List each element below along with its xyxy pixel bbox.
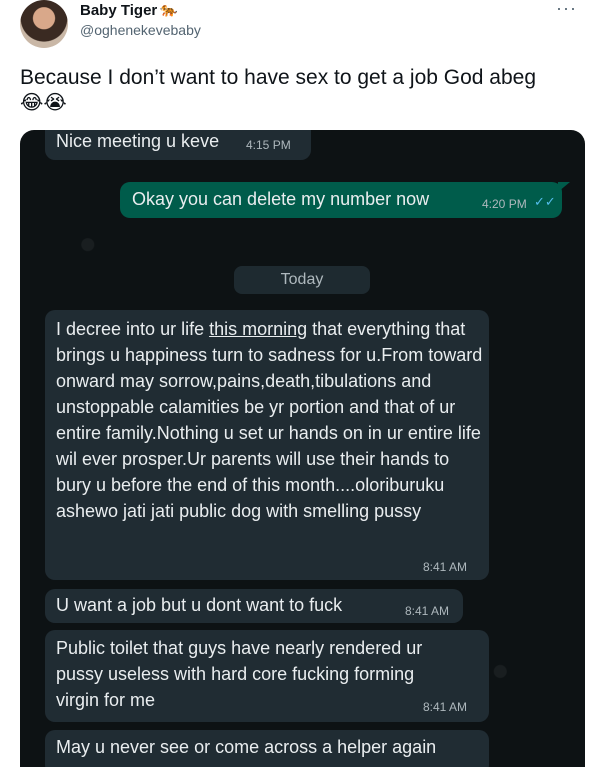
tweet-text: Because I don’t want to have sex to get …: [20, 66, 537, 89]
message-bubble-incoming: Public toilet that guys have nearly rend…: [45, 630, 489, 722]
message-time: 4:20 PM: [482, 197, 527, 211]
message-time: 8:41 AM: [423, 560, 468, 574]
message-text: Nice meeting u keve: [56, 131, 220, 151]
message-bubble-incoming: I decree into ur life this morning that …: [45, 310, 489, 580]
message-bubble-incoming: Nice meeting u keve 4:15 PM: [45, 130, 311, 160]
message-text: Okay you can delete my number now: [132, 189, 430, 209]
message-time: 4:15 PM: [246, 138, 291, 152]
message-bubble-incoming: May u never see or come across a helper …: [45, 730, 489, 767]
message-text: U want a job but u dont want to fuck: [56, 595, 343, 615]
tiger-emoji: 🐅: [160, 1, 178, 17]
message-time: 8:41 AM: [423, 700, 468, 714]
chat-screenshot[interactable]: Nice meeting u keve 4:15 PM Okay you can…: [20, 130, 585, 767]
read-ticks-icon: ✓✓: [534, 194, 556, 209]
message-time: 8:41 AM: [405, 604, 450, 618]
message-bubble-incoming: U want a job but u dont want to fuck 8:4…: [45, 589, 463, 623]
avatar[interactable]: [20, 0, 68, 48]
underlined-link[interactable]: this morning: [209, 319, 307, 339]
display-name[interactable]: Baby Tiger: [80, 2, 157, 19]
message-text: May u never see or come across a helper …: [56, 737, 437, 757]
date-divider: Today: [234, 266, 370, 294]
message-bubble-outgoing: Okay you can delete my number now 4:20 P…: [120, 182, 562, 218]
more-options-icon[interactable]: ···: [556, 0, 577, 19]
message-text: I decree into ur life this morning that …: [56, 319, 483, 521]
message-text: Public toilet that guys have nearly rend…: [56, 638, 423, 710]
tweet-emojis: 😂😭: [20, 92, 67, 114]
user-handle[interactable]: @oghenekevebaby: [80, 22, 201, 38]
